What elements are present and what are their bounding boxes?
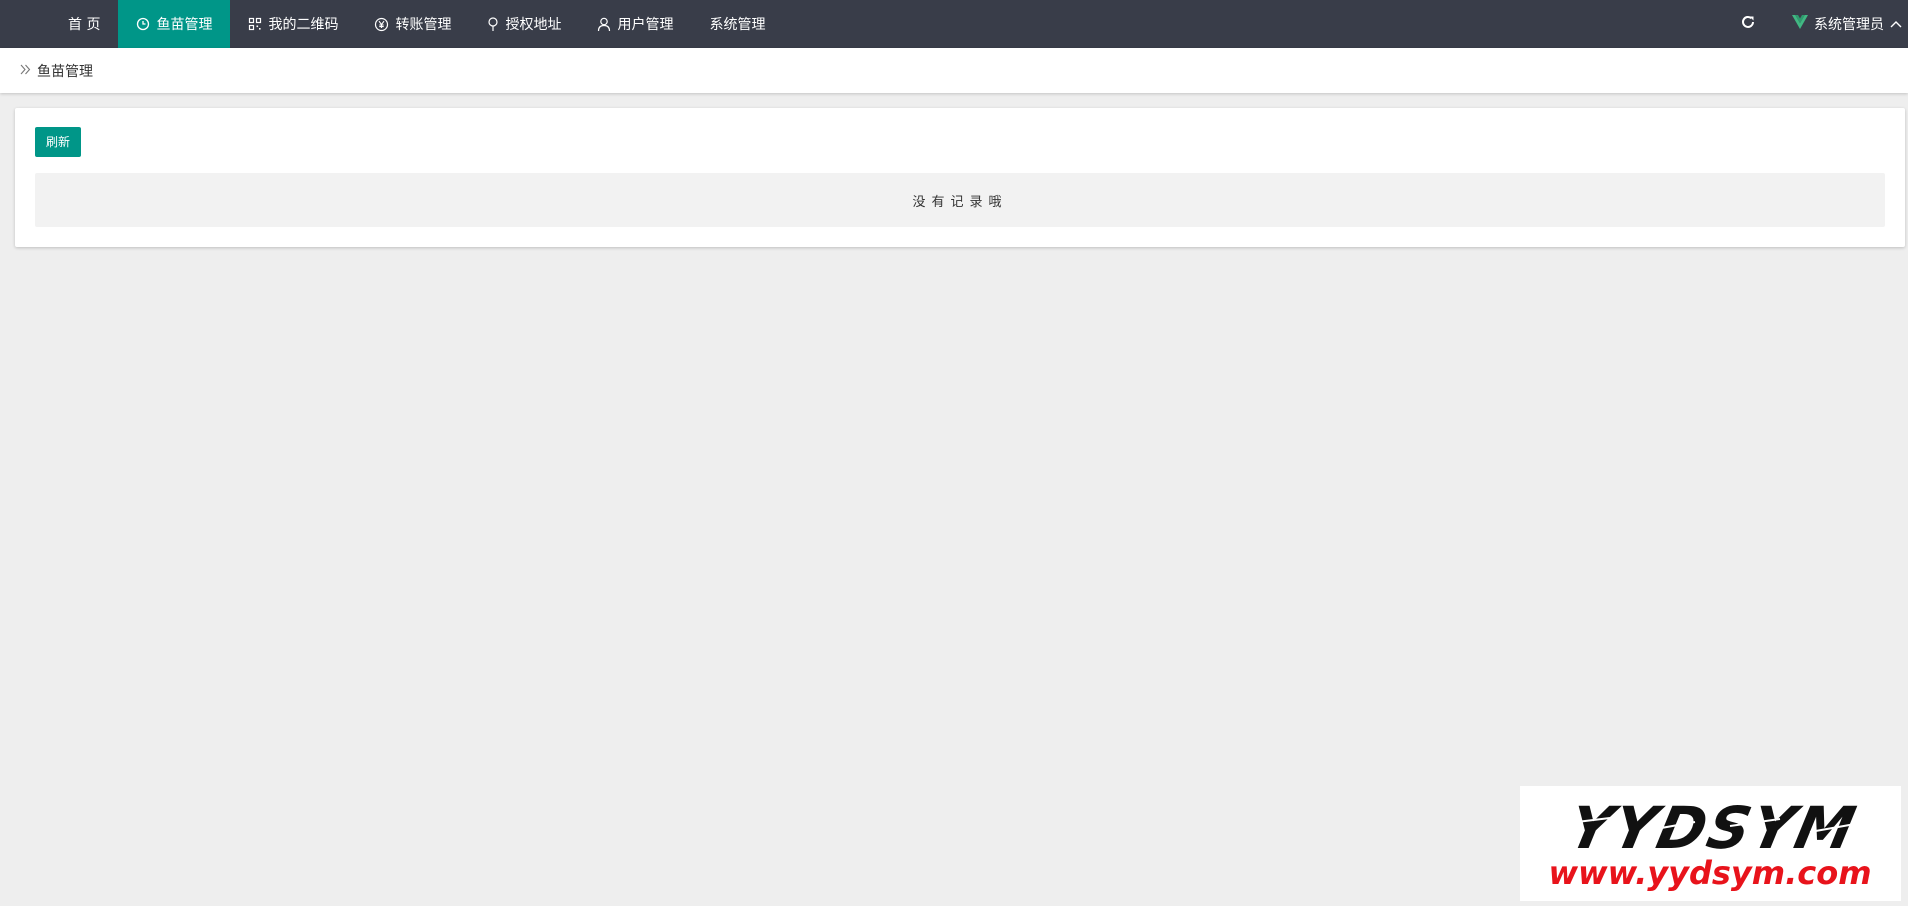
qrcode-icon: [248, 17, 262, 31]
nav-item-label: 鱼苗管理: [156, 17, 213, 33]
refresh-button[interactable]: 刷新: [35, 127, 82, 157]
refresh-page-button[interactable]: [1728, 0, 1768, 48]
nav-item-user-management[interactable]: 用户管理: [579, 0, 691, 48]
nav-item-label: 首 页: [68, 17, 101, 33]
breadcrumb: 鱼苗管理: [0, 48, 1908, 93]
vue-logo-icon: [1792, 15, 1808, 33]
content-card: 刷新 没有记录哦: [15, 108, 1905, 247]
svg-text:YYDSYM: YYDSYM: [1563, 795, 1863, 862]
top-navbar: 首 页 鱼苗管理 我的二维码 转账管理 授权地址 用户管理 系统管理 系统管理员: [0, 0, 1908, 48]
nav-item-transfer[interactable]: 转账管理: [356, 0, 469, 48]
svg-text:www.yydsym.com: www.yydsym.com: [1548, 854, 1871, 892]
user-name: 系统管理员: [1814, 17, 1884, 33]
nav-item-label: 我的二维码: [268, 17, 339, 33]
header-tools: 系统管理员: [1728, 0, 1908, 48]
nav-item-qrcode[interactable]: 我的二维码: [230, 0, 356, 48]
empty-state-text: 没有记录哦: [912, 194, 1008, 210]
nav-item-home[interactable]: 首 页: [50, 0, 118, 48]
yen-icon: [374, 17, 389, 32]
nav-item-system[interactable]: 系统管理: [691, 0, 783, 48]
location-pin-icon: [487, 16, 499, 32]
nav-item-label: 转账管理: [395, 17, 452, 33]
empty-state: 没有记录哦: [35, 173, 1885, 227]
nav-item-label: 授权地址: [505, 17, 562, 33]
user-menu[interactable]: 系统管理员: [1792, 14, 1908, 34]
main-nav: 首 页 鱼苗管理 我的二维码 转账管理 授权地址 用户管理 系统管理: [0, 0, 783, 48]
nav-item-auth-address[interactable]: 授权地址: [469, 0, 579, 48]
nav-item-label: 用户管理: [617, 17, 674, 33]
breadcrumb-current: 鱼苗管理: [37, 63, 93, 80]
user-icon: [597, 17, 611, 32]
refresh-icon: [1740, 14, 1756, 34]
nav-item-label: 系统管理: [709, 17, 766, 33]
watermark-logo: YYDSYM www.yydsym.com: [1520, 786, 1901, 901]
nav-item-fish-fry[interactable]: 鱼苗管理: [118, 0, 231, 48]
double-chevron-right-icon: [20, 63, 37, 79]
clock-icon: [136, 17, 150, 31]
chevron-up-icon: [1890, 16, 1902, 32]
